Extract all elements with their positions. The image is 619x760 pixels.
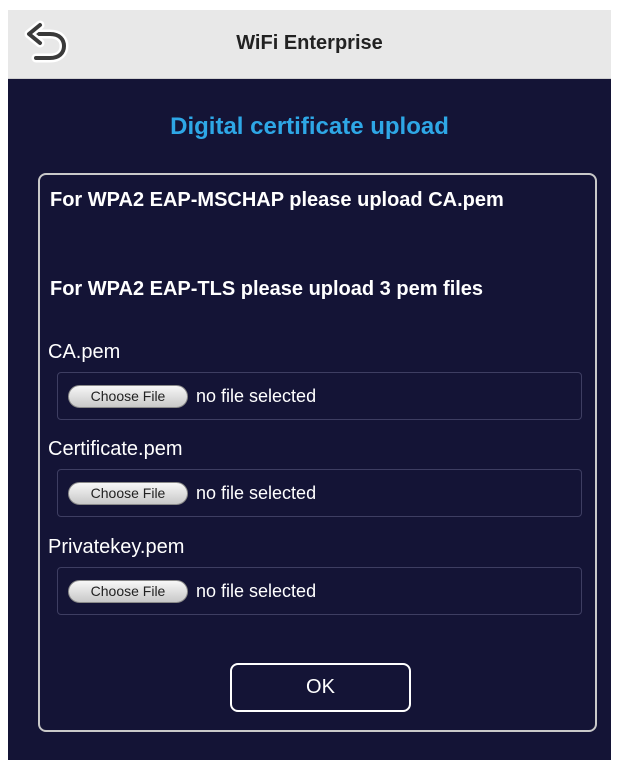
page-title: Digital certificate upload [170, 113, 449, 140]
file-input-privatekey[interactable]: Choose File no file selected [57, 567, 582, 615]
header-title: WiFi Enterprise [236, 32, 383, 54]
main-content: Digital certificate upload For WPA2 EAP-… [8, 79, 611, 760]
file-label-ca: CA.pem [48, 341, 121, 363]
file-label-privatekey: Privatekey.pem [48, 536, 185, 558]
file-label-certificate: Certificate.pem [48, 438, 183, 460]
file-status-ca: no file selected [196, 386, 317, 406]
header-bar: WiFi Enterprise [8, 10, 611, 79]
choose-file-button-privatekey[interactable]: Choose File [68, 580, 188, 603]
file-input-certificate[interactable]: Choose File no file selected [57, 469, 582, 517]
file-status-certificate: no file selected [196, 483, 317, 503]
file-input-ca[interactable]: Choose File no file selected [57, 372, 582, 420]
instruction-tls: For WPA2 EAP-TLS please upload 3 pem fil… [50, 278, 484, 300]
instruction-mschap: For WPA2 EAP-MSCHAP please upload CA.pem [50, 189, 504, 211]
ok-button[interactable]: OK [230, 663, 411, 712]
file-status-privatekey: no file selected [196, 581, 317, 601]
choose-file-button-ca[interactable]: Choose File [68, 385, 188, 408]
app-window: WiFi Enterprise Digital certificate uplo… [8, 10, 611, 760]
upload-panel: For WPA2 EAP-MSCHAP please upload CA.pem… [38, 173, 597, 732]
choose-file-button-certificate[interactable]: Choose File [68, 482, 188, 505]
